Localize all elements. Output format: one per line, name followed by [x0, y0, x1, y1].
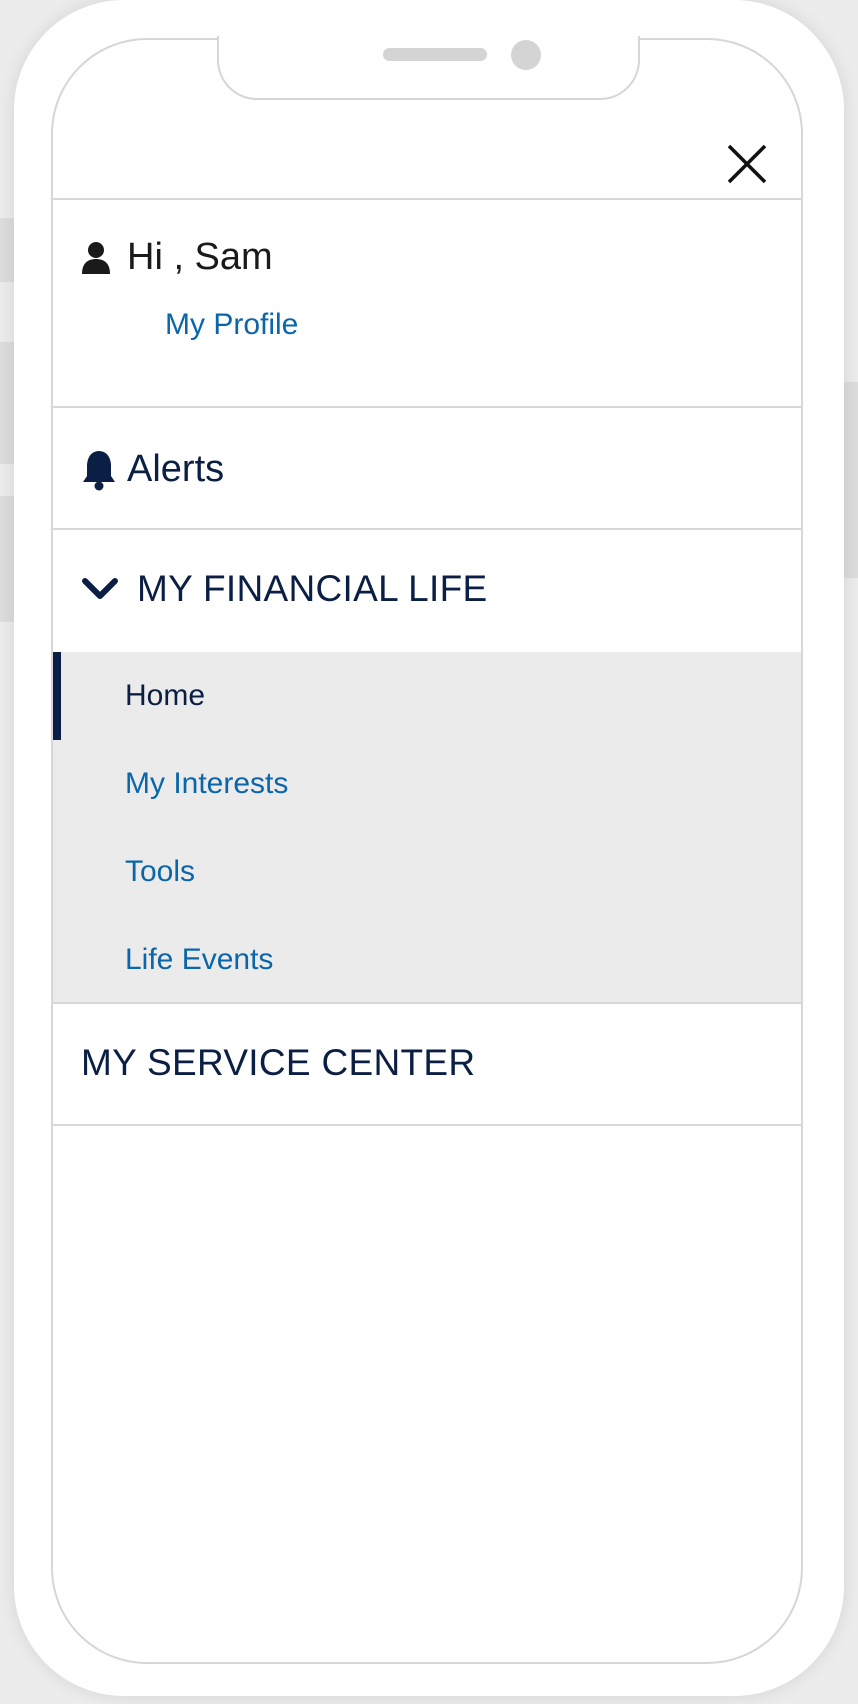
- divider: [53, 1002, 801, 1004]
- service-center-item[interactable]: MY SERVICE CENTER: [81, 1042, 475, 1084]
- financial-life-submenu: Home My Interests Tools Life Events: [53, 652, 801, 1002]
- submenu-label: My Interests: [125, 767, 289, 800]
- bell-icon: [83, 450, 115, 490]
- user-greeting: Hi , Sam: [81, 236, 273, 279]
- financial-life-toggle[interactable]: MY FINANCIAL LIFE: [81, 568, 488, 610]
- financial-life-title: MY FINANCIAL LIFE: [137, 568, 488, 609]
- divider: [53, 528, 801, 530]
- user-icon: [82, 241, 110, 274]
- submenu-item-home[interactable]: Home: [53, 652, 801, 740]
- submenu-label: Life Events: [125, 943, 274, 976]
- active-indicator: [53, 652, 61, 740]
- backdrop-strip: [842, 382, 858, 578]
- alerts-item[interactable]: Alerts: [81, 448, 224, 491]
- alerts-label: Alerts: [127, 448, 225, 490]
- chevron-down-icon: [82, 578, 118, 599]
- divider: [53, 406, 801, 408]
- greeting-text: Hi , Sam: [127, 236, 273, 278]
- close-button[interactable]: [723, 140, 771, 188]
- submenu-label: Tools: [125, 855, 196, 888]
- divider: [53, 1124, 801, 1126]
- divider: [53, 198, 801, 200]
- submenu-item-my-interests[interactable]: My Interests: [53, 740, 801, 828]
- mobile-menu-screen: Hi , Sam My Profile Alerts MY FINANCIAL …: [51, 38, 803, 1664]
- close-icon: [727, 144, 767, 184]
- submenu-item-life-events[interactable]: Life Events: [53, 916, 801, 1004]
- front-camera: [511, 40, 541, 70]
- speaker-grille: [383, 48, 487, 61]
- my-profile-link[interactable]: My Profile: [165, 308, 298, 342]
- submenu-label: Home: [125, 679, 206, 712]
- submenu-item-tools[interactable]: Tools: [53, 828, 801, 916]
- phone-notch: [217, 36, 640, 100]
